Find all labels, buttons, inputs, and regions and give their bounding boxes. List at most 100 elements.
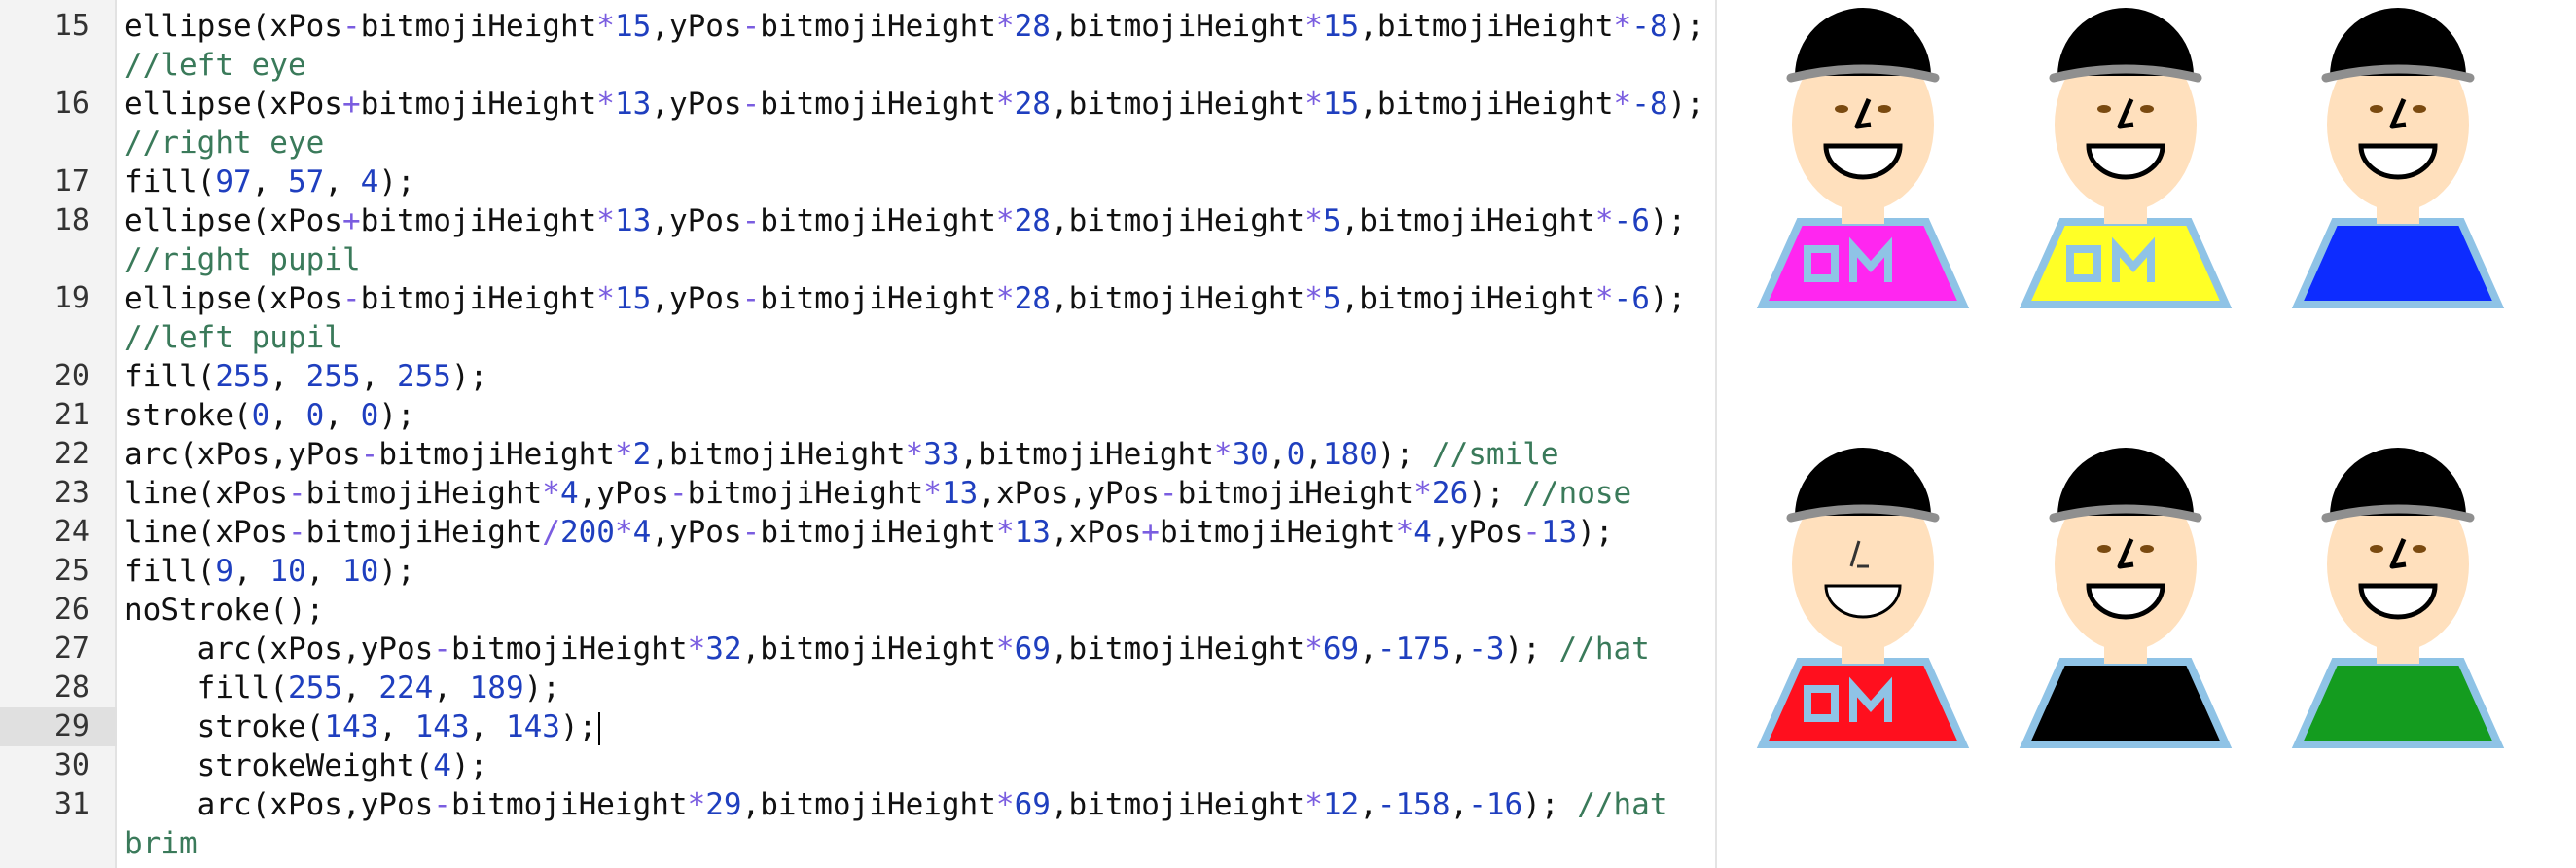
- code-number: 69: [1014, 787, 1051, 822]
- code-token: fill(: [125, 554, 216, 589]
- code-line[interactable]: fill(97, 57, 4);: [125, 163, 415, 201]
- code-line[interactable]: ellipse(xPos-bitmojiHeight*15,yPos-bitmo…: [125, 7, 1704, 46]
- code-token: ,bitmojiHeight: [741, 787, 996, 822]
- line-number: 29: [0, 707, 117, 746]
- code-token: *: [1305, 632, 1323, 667]
- code-line[interactable]: line(xPos-bitmojiHeight/200*4,yPos-bitmo…: [125, 513, 1614, 552]
- line-number: [0, 240, 117, 279]
- bitmoji-torso: [2291, 658, 2505, 748]
- code-number: 224: [378, 670, 434, 705]
- code-token: );: [1577, 515, 1614, 550]
- code-line[interactable]: strokeWeight(4);: [125, 746, 488, 785]
- line-number: [0, 824, 117, 863]
- code-number: 30: [1232, 437, 1269, 472]
- code-token: );: [1468, 476, 1523, 511]
- code-token: ,bitmojiHeight: [1359, 9, 1614, 44]
- code-token: );: [523, 670, 560, 705]
- code-number: 15: [614, 9, 652, 44]
- code-line[interactable]: arc(xPos,yPos-bitmojiHeight*32,bitmojiHe…: [125, 630, 1650, 669]
- line-number: [0, 46, 117, 85]
- code-token: *: [596, 87, 615, 122]
- code-token: *: [1613, 87, 1632, 122]
- code-line[interactable]: fill(255, 224, 189);: [125, 669, 560, 707]
- code-comment: //hat: [1558, 632, 1650, 667]
- code-token: bitmojiHeight: [760, 281, 996, 316]
- code-comment: brim: [125, 826, 197, 861]
- code-line[interactable]: ellipse(xPos-bitmojiHeight*15,yPos-bitmo…: [125, 279, 1686, 318]
- code-token: *: [995, 632, 1015, 667]
- code-line[interactable]: //right pupil: [125, 240, 361, 279]
- code-line[interactable]: //left pupil: [125, 318, 342, 357]
- code-token: arc(xPos,yPos: [125, 632, 434, 667]
- code-token: *: [596, 281, 615, 316]
- code-line[interactable]: //right eye: [125, 124, 324, 163]
- line-number: 28: [54, 670, 89, 705]
- line-number: 15: [54, 9, 89, 43]
- code-number: 28: [1014, 281, 1051, 316]
- code-number: -6: [1613, 203, 1650, 238]
- code-number: 0: [1286, 437, 1306, 472]
- code-number: 4: [1413, 515, 1432, 550]
- code-token: );: [1522, 787, 1578, 822]
- code-token: *: [1594, 281, 1614, 316]
- code-token: bitmojiHeight: [1177, 476, 1414, 511]
- code-token: ,yPos: [651, 87, 742, 122]
- code-line[interactable]: ellipse(xPos+bitmojiHeight*13,yPos-bitmo…: [125, 85, 1704, 124]
- line-number: 30: [54, 748, 89, 782]
- code-token: ,: [251, 164, 288, 199]
- line-number: [0, 124, 117, 163]
- code-comment: //left eye: [125, 48, 306, 83]
- code-token: ellipse(xPos: [125, 281, 342, 316]
- code-token: *: [1305, 787, 1323, 822]
- code-token: *: [995, 787, 1015, 822]
- code-token: +: [1141, 515, 1160, 550]
- code-number: 13: [614, 87, 652, 122]
- bitmoji-torso: [2291, 218, 2505, 308]
- code-line[interactable]: fill(255, 255, 255);: [125, 357, 487, 396]
- code-line[interactable]: stroke(143, 143, 143);: [125, 707, 601, 746]
- line-number: 22: [54, 437, 89, 471]
- code-line[interactable]: fill(9, 10, 10);: [125, 552, 415, 591]
- code-line[interactable]: line(xPos-bitmojiHeight*4,yPos-bitmojiHe…: [125, 474, 1631, 513]
- code-number: 28: [1014, 9, 1051, 44]
- code-token: bitmojiHeight: [305, 476, 543, 511]
- code-number: 255: [215, 359, 270, 394]
- code-token: *: [995, 9, 1015, 44]
- code-line[interactable]: noStroke();: [125, 591, 324, 630]
- code-token: ,: [341, 670, 379, 705]
- code-token: ,xPos: [1050, 515, 1142, 550]
- code-token: bitmojiHeight: [450, 632, 688, 667]
- code-token: ,: [1449, 632, 1469, 667]
- code-token: /: [542, 515, 560, 550]
- code-token: strokeWeight(: [125, 748, 434, 783]
- code-token: bitmojiHeight: [760, 515, 996, 550]
- bitmoji-left-pupil: [2370, 105, 2383, 113]
- code-token: ,bitmojiHeight: [1050, 787, 1306, 822]
- code-token: ,: [1359, 632, 1377, 667]
- line-number: 18: [54, 203, 89, 237]
- code-line[interactable]: brim: [125, 824, 197, 863]
- code-token: line(xPos: [125, 515, 288, 550]
- code-line[interactable]: //left eye: [125, 46, 306, 85]
- code-token: );: [1667, 87, 1704, 122]
- code-line[interactable]: arc(xPos,yPos-bitmojiHeight*29,bitmojiHe…: [125, 785, 1668, 824]
- code-number: -8: [1631, 87, 1668, 122]
- code-number: 5: [1322, 281, 1342, 316]
- code-token: ,xPos,yPos: [978, 476, 1160, 511]
- code-token: ,: [378, 709, 415, 744]
- code-editor[interactable]: 15 16 17 18 19 20 21 22 23 24 25 26 27 28 29 30 31 ellip…: [0, 0, 1717, 868]
- code-number: 2: [632, 437, 652, 472]
- code-token: *: [1305, 281, 1323, 316]
- code-token: bitmojiHeight: [360, 87, 597, 122]
- code-token: ,: [1449, 787, 1469, 822]
- code-line[interactable]: ellipse(xPos+bitmojiHeight*13,yPos-bitmo…: [125, 201, 1686, 240]
- code-comment: //right eye: [125, 126, 325, 161]
- code-token: bitmojiHeight: [760, 9, 996, 44]
- bitmoji-figure: [2291, 8, 2505, 308]
- code-line[interactable]: arc(xPos,yPos-bitmojiHeight*2,bitmojiHei…: [125, 435, 1559, 474]
- code-token: bitmojiHeight: [378, 437, 615, 472]
- code-number: 143: [505, 709, 560, 744]
- code-line[interactable]: stroke(0, 0, 0);: [125, 396, 415, 435]
- code-token: ,: [269, 359, 306, 394]
- code-token: *: [1305, 9, 1323, 44]
